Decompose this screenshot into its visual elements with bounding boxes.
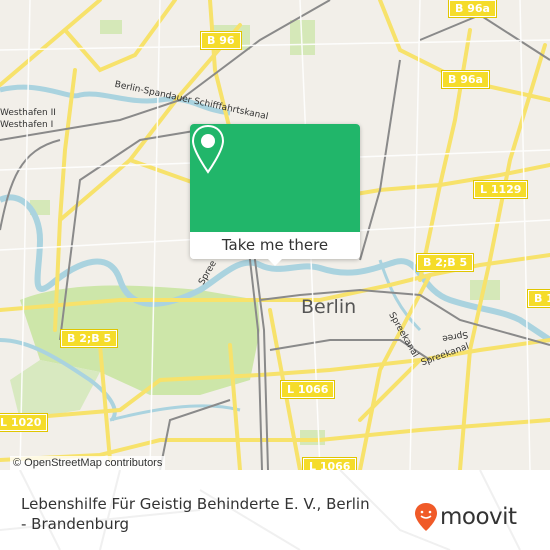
road-shield-b96a: B 96a (448, 0, 497, 18)
popup-pointer (268, 259, 282, 266)
road-shield-l1066: L 1066 (279, 380, 336, 399)
harbor-label: Westhafen I (0, 120, 54, 130)
road-shield-l1020: L 1020 (0, 413, 49, 432)
moovit-smiley-pin-icon (415, 503, 437, 531)
city-label: Berlin (301, 296, 357, 318)
road-shield-l1066: L 1066 (301, 457, 358, 470)
road-shield-b1: B 1 (527, 289, 550, 308)
map[interactable]: B 96 B 96a B 96a L 1129 B 2;B 5 B 2;B 5 … (0, 0, 550, 470)
moovit-logo[interactable]: moovit (414, 502, 517, 532)
road-shield-l1129: L 1129 (472, 180, 529, 199)
place-title: Lebenshilfe Für Geistig Behinderte E. V.… (21, 495, 370, 533)
road-shield-b2-b5: B 2;B 5 (415, 253, 475, 272)
take-me-there-button[interactable]: Take me there (190, 232, 360, 259)
harbor-label: Westhafen II (0, 108, 56, 118)
popup-header (190, 124, 360, 232)
osm-attribution[interactable]: © OpenStreetMap contributors (10, 456, 166, 470)
map-pin-icon (191, 124, 225, 174)
brand-name: moovit (440, 504, 517, 530)
road-shield-b2-b5: B 2;B 5 (59, 329, 119, 348)
take-me-there-popup[interactable]: Take me there (190, 124, 360, 266)
road-shield-b96: B 96 (200, 31, 242, 50)
road-shield-b96a: B 96a (441, 70, 490, 89)
